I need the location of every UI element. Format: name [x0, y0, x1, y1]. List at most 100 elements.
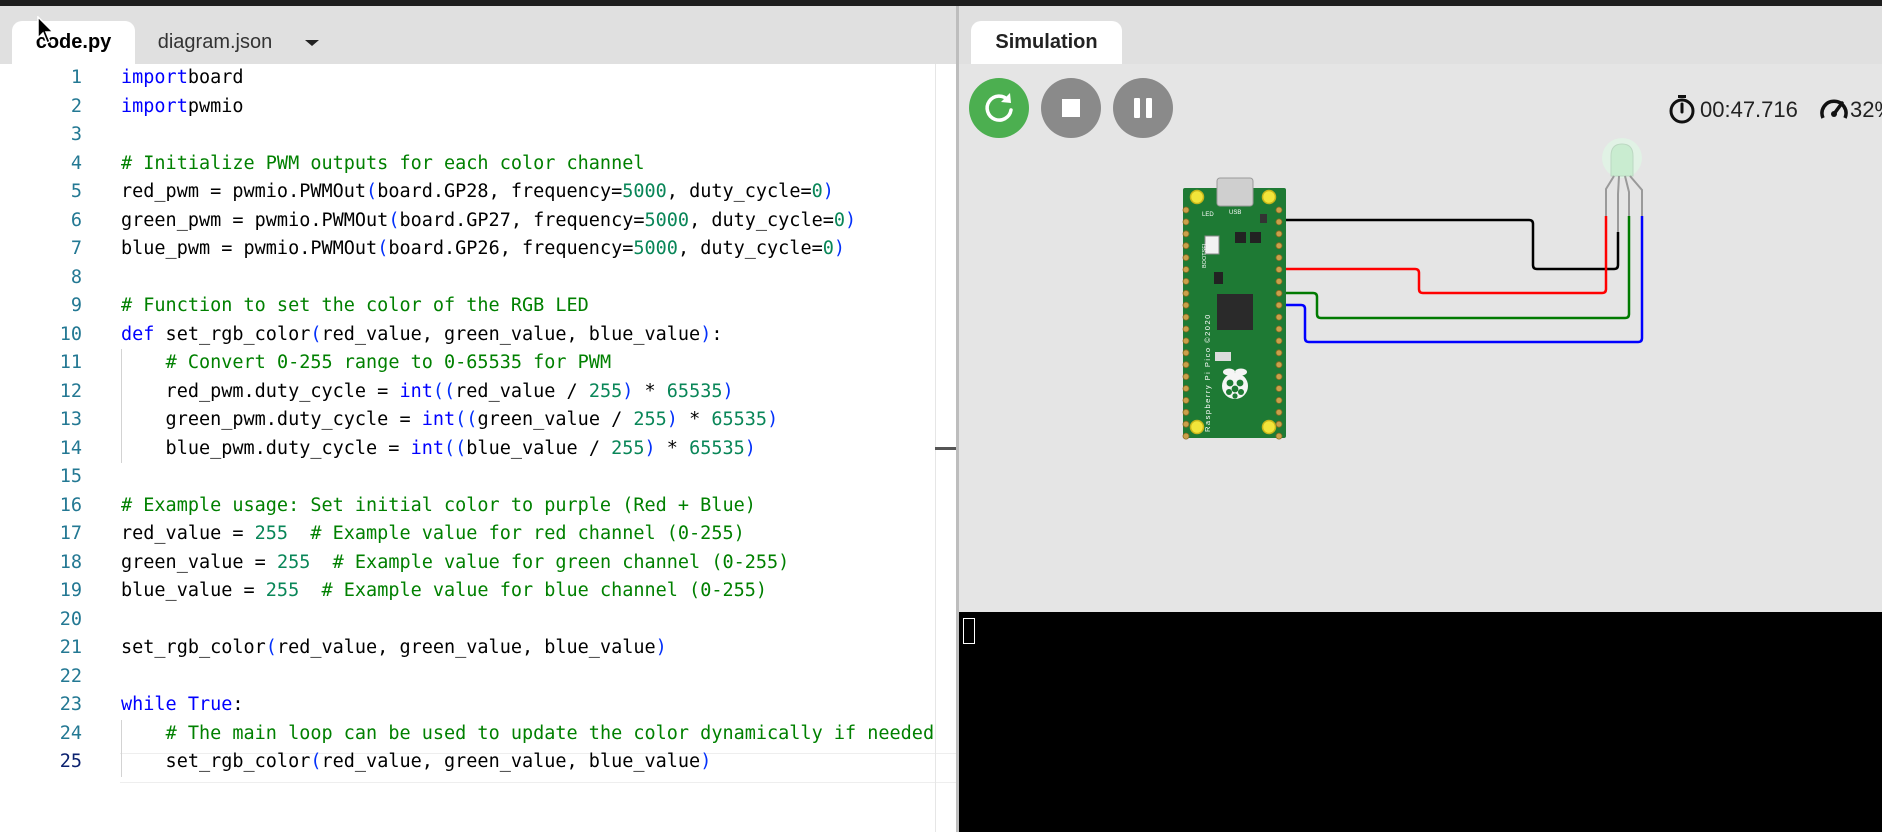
code-line[interactable]: 3 [0, 121, 956, 150]
code-line[interactable]: 17 red_value = 255 # Example value for re… [0, 520, 956, 549]
code-line[interactable]: 11 # Convert 0-255 range to 0-65535 for … [0, 349, 956, 378]
raspberry-pi-pico-board[interactable]: Raspberry Pi Pico ©2020 LED USB BOOTSEL [1182, 177, 1286, 440]
board-pin[interactable] [1182, 349, 1190, 357]
indent-guide [121, 349, 122, 463]
serial-monitor[interactable] [959, 612, 1882, 832]
board-pin[interactable] [1275, 277, 1283, 285]
code-line[interactable]: 18 green_value = 255 # Example value for … [0, 549, 956, 578]
code-line[interactable]: 8 [0, 264, 956, 293]
line-number: 3 [70, 124, 82, 145]
board-pin[interactable] [1275, 373, 1283, 381]
simulation-tab-bar: Simulation [959, 6, 1882, 64]
code-line[interactable]: 13 green_pwm.duty_cycle = int((green_val… [0, 406, 956, 435]
board-pin[interactable] [1275, 301, 1283, 309]
board-pin[interactable] [1182, 313, 1190, 321]
code-line[interactable]: 19 blue_value = 255 # Example value for b… [0, 577, 956, 606]
board-pin[interactable] [1182, 289, 1190, 297]
board-pin[interactable] [1182, 277, 1190, 285]
board-pin[interactable] [1182, 361, 1190, 369]
board-pin[interactable] [1182, 337, 1190, 345]
code-line[interactable]: 1 importboard [0, 64, 956, 93]
code-text: blue_pwm.duty_cycle = int((blue_value / … [121, 437, 756, 459]
simulation-canvas[interactable]: 00:47.716 32% [959, 64, 1882, 612]
code-text: set_rgb_color(red_value, green_value, bl… [121, 637, 667, 658]
mouse-pointer-icon [37, 16, 55, 45]
code-line[interactable]: 21 set_rgb_color(red_value, green_value, … [0, 634, 956, 663]
board-pin[interactable] [1182, 242, 1190, 250]
code-line[interactable]: 25 set_rgb_color(red_value, green_value,… [0, 748, 956, 777]
code-line[interactable]: 14 blue_pwm.duty_cycle = int((blue_value… [0, 435, 956, 464]
board-pin[interactable] [1275, 254, 1283, 262]
board-pin[interactable] [1182, 266, 1190, 273]
tab-diagram-json[interactable]: diagram.json [145, 21, 285, 64]
board-pin[interactable] [1182, 301, 1190, 309]
wire-green[interactable] [1286, 216, 1631, 320]
code-text: red_pwm = pwmio.PWMOut(board.GP28, frequ… [121, 181, 834, 202]
code-line[interactable]: 2 importpwmio [0, 93, 956, 122]
indent-guide [121, 719, 122, 777]
simulation-pane: Simulation 00:47.716 32 Raspberry Pi Pic… [956, 6, 1882, 832]
code-line[interactable]: 23 while True: [0, 691, 956, 720]
board-pin[interactable] [1182, 254, 1190, 262]
code-line[interactable]: 24 # The main loop can be used to update… [0, 720, 956, 749]
board-pin[interactable] [1182, 218, 1190, 226]
board-pin[interactable] [1275, 432, 1283, 440]
code-line[interactable]: 22 [0, 663, 956, 692]
code-text: importboard [121, 67, 244, 88]
code-text: green_value = 255 # Example value for gr… [121, 551, 790, 573]
board-pin[interactable] [1182, 396, 1190, 404]
board-pin[interactable] [1275, 242, 1283, 250]
line-number: 11 [59, 352, 82, 373]
line-number: 4 [70, 152, 82, 174]
rgb-led[interactable] [1602, 138, 1643, 232]
board-pin[interactable] [1275, 385, 1283, 392]
board-pin[interactable] [1275, 206, 1283, 214]
board-pin[interactable] [1275, 289, 1283, 297]
code-line[interactable]: 4 # Initialize PWM outputs for each color… [0, 150, 956, 179]
wire-blue[interactable] [1286, 216, 1644, 344]
board-pin[interactable] [1275, 266, 1283, 273]
board-pin[interactable] [1275, 408, 1283, 416]
board-pin[interactable] [1275, 325, 1283, 333]
line-number: 12 [59, 380, 82, 402]
tab-code-py[interactable]: code.py [12, 21, 135, 64]
chevron-down-icon[interactable] [300, 32, 324, 56]
board-pin[interactable] [1275, 230, 1283, 238]
board-pin[interactable] [1182, 385, 1190, 392]
code-line[interactable]: 9 # Function to set the color of the RGB … [0, 292, 956, 321]
code-text: importpwmio [121, 95, 244, 117]
board-pin[interactable] [1275, 313, 1283, 321]
board-pin[interactable] [1182, 373, 1190, 381]
board-pin[interactable] [1275, 396, 1283, 404]
board-pin[interactable] [1275, 361, 1283, 369]
line-number: 8 [70, 266, 82, 288]
line-number: 6 [70, 209, 82, 231]
board-pin[interactable] [1182, 408, 1190, 416]
board-pin[interactable] [1275, 218, 1283, 226]
wire-black[interactable] [1286, 218, 1620, 271]
code-line[interactable]: 16 # Example usage: Set initial color to … [0, 492, 956, 521]
code-line[interactable]: 5 red_pwm = pwmio.PWMOut(board.GP28, freq… [0, 178, 956, 207]
board-pin[interactable] [1275, 420, 1283, 428]
code-text: red_pwm.duty_cycle = int((red_value / 25… [121, 380, 734, 402]
code-line[interactable]: 12 red_pwm.duty_cycle = int((red_value /… [0, 378, 956, 407]
board-pin[interactable] [1182, 432, 1190, 440]
board-usb-label: USB [1229, 210, 1241, 216]
board-pin[interactable] [1275, 349, 1283, 357]
board-pin[interactable] [1182, 206, 1190, 214]
code-text: while True: [121, 694, 244, 715]
board-pin[interactable] [1275, 337, 1283, 345]
board-pin[interactable] [1182, 420, 1190, 428]
board-pin[interactable] [1182, 325, 1190, 333]
code-line[interactable]: 6 green_pwm = pwmio.PWMOut(board.GP27, fr… [0, 207, 956, 236]
tab-simulation[interactable]: Simulation [971, 21, 1122, 64]
code-line[interactable]: 10 def set_rgb_color(red_value, green_val… [0, 321, 956, 350]
wire-red[interactable] [1286, 216, 1608, 295]
code-line[interactable]: 15 [0, 463, 956, 492]
line-number: 5 [70, 181, 82, 202]
board-pin[interactable] [1182, 230, 1190, 238]
code-text: # Example usage: Set initial color to pu… [121, 494, 756, 516]
code-area[interactable]: 1 importboard 2 importpwmio 3 4 # Initialize P… [0, 64, 956, 832]
code-line[interactable]: 7 blue_pwm = pwmio.PWMOut(board.GP26, fre… [0, 235, 956, 264]
code-line[interactable]: 20 [0, 606, 956, 635]
